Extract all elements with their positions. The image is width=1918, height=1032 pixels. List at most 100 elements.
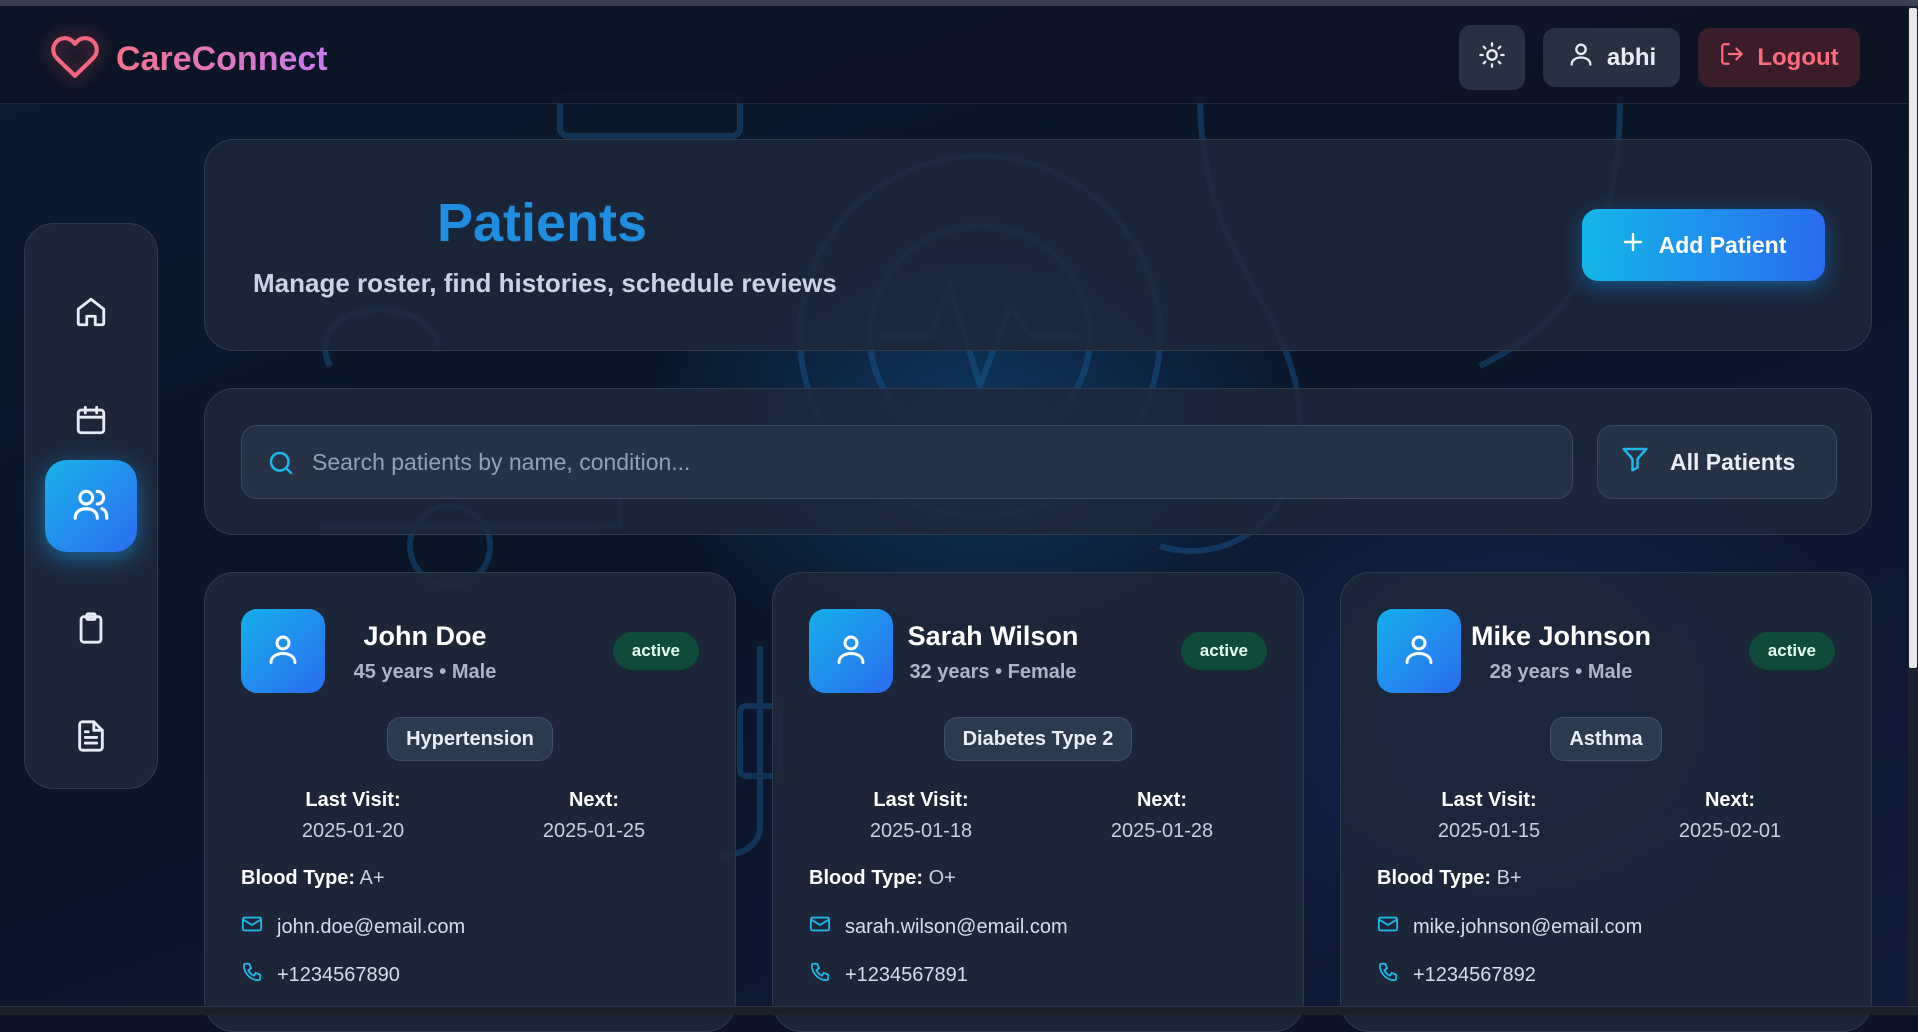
- filter-label: All Patients: [1670, 448, 1796, 475]
- last-visit-date: 2025-01-15: [1437, 820, 1541, 842]
- mail-icon: [1377, 913, 1399, 941]
- file-text-icon: [74, 719, 108, 758]
- home-icon: [74, 295, 108, 334]
- patient-meta: 28 years • Male: [1489, 661, 1633, 683]
- patient-name: John Doe: [363, 621, 487, 651]
- last-visit: Last Visit: 2025-01-20: [253, 789, 453, 843]
- status-badge: active: [1748, 632, 1835, 670]
- patient-phone[interactable]: +1234567891: [809, 961, 968, 989]
- blood-type: Blood Type: A+: [241, 867, 385, 890]
- sun-icon: [1478, 41, 1506, 74]
- brand[interactable]: CareConnect: [48, 32, 328, 87]
- plus-icon: [1621, 230, 1645, 260]
- status-badge: active: [612, 632, 699, 670]
- patient-card[interactable]: Mike Johnson 28 years • Male active Asth…: [1340, 572, 1872, 1032]
- next-visit-date: 2025-01-28: [1110, 820, 1214, 842]
- mail-icon: [809, 913, 831, 941]
- filter-dropdown[interactable]: All Patients: [1597, 425, 1837, 499]
- last-visit-date: 2025-01-18: [869, 820, 973, 842]
- patient-name: Sarah Wilson: [907, 621, 1079, 651]
- phone-text: +1234567890: [277, 963, 400, 986]
- status-badge: active: [1180, 632, 1267, 670]
- filter-icon: [1620, 444, 1650, 480]
- sidebar-item-home[interactable]: [45, 268, 137, 360]
- next-visit: Next: 2025-02-01: [1630, 789, 1830, 843]
- condition-tag-wrap: Hypertension: [205, 717, 735, 761]
- email-text: sarah.wilson@email.com: [845, 915, 1068, 938]
- phone-icon: [809, 961, 831, 989]
- patient-email[interactable]: john.doe@email.com: [241, 913, 465, 941]
- logout-button[interactable]: Logout: [1698, 28, 1860, 87]
- last-visit: Last Visit: 2025-01-18: [821, 789, 1021, 843]
- phone-icon: [241, 961, 263, 989]
- email-text: john.doe@email.com: [277, 915, 466, 938]
- search-panel: All Patients: [204, 388, 1872, 535]
- condition-tag: Diabetes Type 2: [943, 717, 1133, 761]
- blood-type-label: Blood Type:: [241, 867, 356, 889]
- page-scrollbar[interactable]: [1908, 6, 1918, 1006]
- next-visit: Next: 2025-01-28: [1062, 789, 1262, 843]
- heart-icon: [48, 32, 102, 87]
- user-icon: [265, 631, 301, 672]
- patient-card[interactable]: John Doe 45 years • Male active Hyperten…: [204, 572, 736, 1032]
- mail-icon: [241, 913, 263, 941]
- add-patient-label: Add Patient: [1658, 231, 1787, 258]
- phone-text: +1234567892: [1413, 963, 1536, 986]
- search-box[interactable]: [241, 425, 1573, 499]
- next-visit-label: Next:: [1136, 789, 1187, 811]
- clipboard-icon: [74, 611, 108, 650]
- blood-type-value: O+: [928, 867, 956, 889]
- patient-email[interactable]: mike.johnson@email.com: [1377, 913, 1642, 941]
- patient-meta: 45 years • Male: [353, 661, 497, 683]
- next-visit-date: 2025-02-01: [1678, 820, 1782, 842]
- blood-type-label: Blood Type:: [1377, 867, 1492, 889]
- blood-type: Blood Type: B+: [1377, 867, 1522, 890]
- scrollbar-thumb[interactable]: [1909, 8, 1917, 668]
- top-header: CareConnect abhi Logout: [0, 6, 1908, 104]
- last-visit-date: 2025-01-20: [301, 820, 405, 842]
- next-visit-date: 2025-01-25: [542, 820, 646, 842]
- sidebar-item-records[interactable]: [45, 584, 137, 676]
- user-icon: [1567, 40, 1595, 75]
- theme-toggle-button[interactable]: [1459, 25, 1525, 90]
- last-visit: Last Visit: 2025-01-15: [1389, 789, 1589, 843]
- sidebar-item-appointments[interactable]: [45, 376, 137, 468]
- condition-tag-wrap: Asthma: [1341, 717, 1871, 761]
- phone-icon: [1377, 961, 1399, 989]
- brand-name: CareConnect: [116, 40, 328, 78]
- phone-text: +1234567891: [845, 963, 968, 986]
- last-visit-label: Last Visit:: [305, 789, 401, 811]
- patient-name: Mike Johnson: [1470, 621, 1652, 651]
- window-bottom-edge: [0, 1006, 1918, 1015]
- condition-tag-wrap: Diabetes Type 2: [773, 717, 1303, 761]
- page-title: Patients: [437, 193, 648, 253]
- users-icon: [72, 485, 110, 528]
- search-input[interactable]: [312, 426, 1552, 498]
- patient-phone[interactable]: +1234567890: [241, 961, 400, 989]
- last-visit-label: Last Visit:: [1441, 789, 1537, 811]
- page-subtitle: Manage roster, find histories, schedule …: [253, 268, 837, 298]
- patient-card[interactable]: Sarah Wilson 32 years • Female active Di…: [772, 572, 1304, 1032]
- user-menu-button[interactable]: abhi: [1543, 28, 1680, 87]
- add-patient-button[interactable]: Add Patient: [1582, 209, 1825, 281]
- sidebar-item-reports[interactable]: [45, 692, 137, 784]
- patient-phone[interactable]: +1234567892: [1377, 961, 1536, 989]
- condition-tag: Hypertension: [387, 717, 553, 761]
- user-icon: [833, 631, 869, 672]
- blood-type-value: B+: [1496, 867, 1522, 889]
- sidebar-item-patients[interactable]: [45, 460, 137, 552]
- page-header-panel: Patients Manage roster, find histories, …: [204, 139, 1872, 351]
- calendar-icon: [74, 403, 108, 442]
- blood-type-label: Blood Type:: [809, 867, 924, 889]
- condition-tag: Asthma: [1550, 717, 1662, 761]
- user-icon: [1401, 631, 1437, 672]
- patient-email[interactable]: sarah.wilson@email.com: [809, 913, 1068, 941]
- next-visit-label: Next:: [1704, 789, 1755, 811]
- last-visit-label: Last Visit:: [873, 789, 969, 811]
- blood-type-value: A+: [359, 867, 385, 889]
- email-text: mike.johnson@email.com: [1413, 915, 1643, 938]
- patient-meta: 32 years • Female: [909, 661, 1077, 683]
- logout-icon: [1719, 41, 1745, 74]
- search-icon: [266, 448, 296, 483]
- sidebar-nav: [24, 223, 158, 789]
